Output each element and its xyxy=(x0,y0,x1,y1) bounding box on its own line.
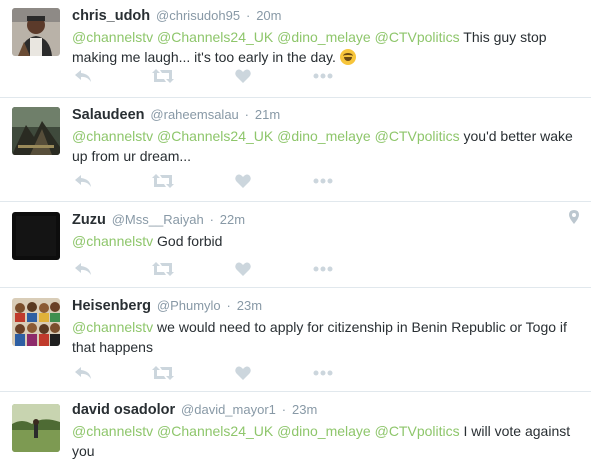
mention-link[interactable]: @CTVpolitics xyxy=(375,29,460,45)
mention-link[interactable]: @channelstv xyxy=(72,29,153,45)
mention-link[interactable]: @channelstv xyxy=(72,319,153,335)
retweet-icon[interactable] xyxy=(152,364,174,382)
mention-link[interactable]: @Channels24_UK xyxy=(157,29,273,45)
reply-icon[interactable] xyxy=(72,172,94,190)
avatar[interactable] xyxy=(12,107,60,155)
mention-link[interactable]: @Channels24_UK xyxy=(157,128,273,144)
tweet-text: @channelstv @Channels24_UK @dino_melaye … xyxy=(72,27,577,67)
author-name[interactable]: Zuzu xyxy=(72,212,106,228)
author-name[interactable]: chris_udoh xyxy=(72,8,150,24)
mention-link[interactable]: @dino_melaye xyxy=(277,29,371,45)
reply-icon[interactable] xyxy=(72,364,94,382)
tweet-text: @channelstv God forbid xyxy=(72,231,577,251)
mention-link[interactable]: @channelstv xyxy=(72,128,153,144)
tweet-text: @channelstv we would need to apply for c… xyxy=(72,317,577,357)
more-icon[interactable] xyxy=(312,260,334,278)
more-icon[interactable] xyxy=(312,172,334,190)
like-icon[interactable] xyxy=(232,364,254,382)
avatar[interactable] xyxy=(12,404,60,452)
separator: · xyxy=(244,107,250,122)
tweet-text: @channelstv @Channels24_UK @dino_melaye … xyxy=(72,421,577,460)
reply-icon[interactable] xyxy=(72,260,94,278)
like-icon[interactable] xyxy=(232,172,254,190)
mention-link[interactable]: @dino_melaye xyxy=(277,128,371,144)
tweet[interactable]: chris_udoh @chrisudoh95 · 20m @channelst… xyxy=(0,0,591,98)
tweet-text: @channelstv @Channels24_UK @dino_melaye … xyxy=(72,126,577,166)
author-handle[interactable]: @Mss__Raiyah xyxy=(112,212,204,227)
timestamp[interactable]: 23m xyxy=(292,402,317,417)
mention-link[interactable]: @CTVpolitics xyxy=(375,423,460,439)
author-name[interactable]: Salaudeen xyxy=(72,107,145,123)
separator: · xyxy=(226,298,231,313)
author-handle[interactable]: @david_mayor1 xyxy=(181,402,276,417)
author-name[interactable]: david osadolor xyxy=(72,402,175,418)
avatar[interactable] xyxy=(12,298,60,346)
timestamp[interactable]: 21m xyxy=(255,107,280,122)
more-icon[interactable] xyxy=(312,364,334,382)
retweet-icon[interactable] xyxy=(152,172,174,190)
tweet[interactable]: Heisenberg @Phumylo · 23m @channelstv we… xyxy=(0,288,591,392)
mention-link[interactable]: @channelstv xyxy=(72,233,153,249)
tweet-body: God forbid xyxy=(157,233,223,249)
face-with-tears-of-joy-emoji xyxy=(339,49,356,65)
timestamp[interactable]: 23m xyxy=(237,298,262,313)
tweet[interactable]: Salaudeen @raheemsalau · 21m @channelstv… xyxy=(0,98,591,202)
mention-link[interactable]: @channelstv xyxy=(72,423,153,439)
like-icon[interactable] xyxy=(232,260,254,278)
avatar[interactable] xyxy=(12,8,60,56)
separator: · xyxy=(281,402,287,417)
mention-link[interactable]: @Channels24_UK xyxy=(157,423,273,439)
author-handle[interactable]: @chrisudoh95 xyxy=(156,8,240,23)
author-handle[interactable]: @Phumylo xyxy=(157,298,221,313)
separator: · xyxy=(245,8,251,23)
avatar[interactable] xyxy=(12,212,60,260)
author-handle[interactable]: @raheemsalau xyxy=(150,107,238,122)
retweet-icon[interactable] xyxy=(152,260,174,278)
timestamp[interactable]: 22m xyxy=(220,212,245,227)
separator: · xyxy=(209,212,214,227)
location-pin-icon[interactable] xyxy=(569,210,579,229)
tweet[interactable]: Zuzu @Mss__Raiyah · 22m @channelstv God … xyxy=(0,202,591,288)
retweet-icon[interactable] xyxy=(152,67,174,85)
timestamp[interactable]: 20m xyxy=(256,8,281,23)
tweet-feed: chris_udoh @chrisudoh95 · 20m @channelst… xyxy=(0,0,591,460)
tweet[interactable]: david osadolor @david_mayor1 · 23m @chan… xyxy=(0,392,591,460)
mention-link[interactable]: @dino_melaye xyxy=(277,423,371,439)
more-icon[interactable] xyxy=(312,67,334,85)
reply-icon[interactable] xyxy=(72,67,94,85)
mention-link[interactable]: @CTVpolitics xyxy=(375,128,460,144)
like-icon[interactable] xyxy=(232,67,254,85)
author-name[interactable]: Heisenberg xyxy=(72,298,151,314)
